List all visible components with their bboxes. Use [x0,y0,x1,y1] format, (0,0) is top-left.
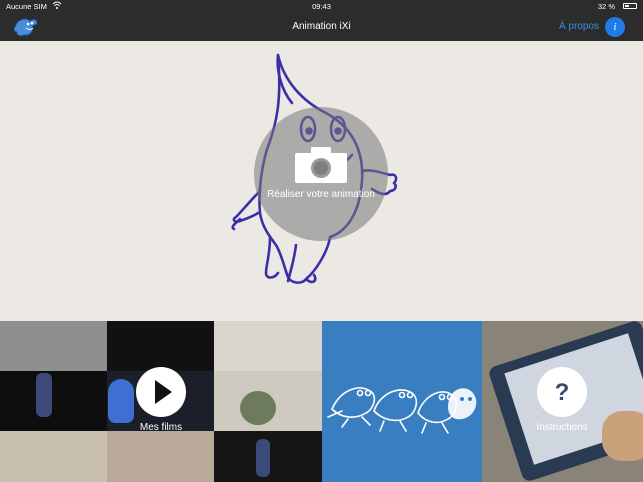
play-button[interactable] [136,367,186,417]
about-link[interactable]: À propos [559,21,599,32]
instructions-label: Instructions [536,422,588,433]
characters-logo-tile[interactable] [322,321,482,482]
page-title: Animation iXi [292,21,351,32]
status-time: 09:43 [312,2,331,11]
battery-percent: 32 % [597,2,615,11]
my-films-tile[interactable]: Mes films [0,321,322,482]
svg-text:?: ? [555,379,570,406]
instructions-tile[interactable]: ? Instructions [482,321,643,482]
camera-icon [295,147,347,183]
battery-icon [623,3,637,9]
characters-logo-icon [327,387,477,434]
create-animation-button[interactable]: Réaliser votre animation [254,107,388,241]
my-films-label: Mes films [139,422,183,433]
question-icon: ? [555,379,570,406]
hero-paper-area: Réaliser votre animation [0,41,643,321]
play-icon [155,380,172,404]
status-bar: Aucune SIM 09:43 32 % [0,0,643,13]
help-button[interactable]: ? [537,367,587,417]
navigation-bar: Animation iXi À propos i [0,13,643,41]
info-icon[interactable]: i [605,17,625,37]
create-animation-label: Réaliser votre animation [267,189,375,200]
